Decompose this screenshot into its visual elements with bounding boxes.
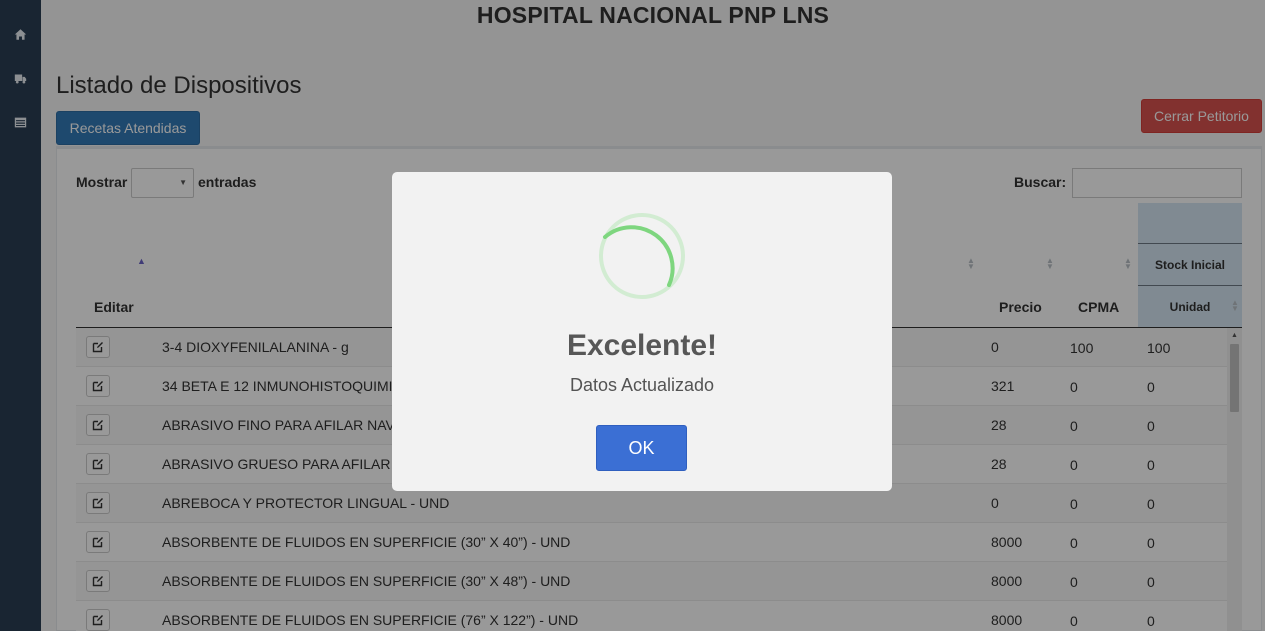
ok-button[interactable]: OK [596, 425, 687, 471]
success-spinner-icon [599, 213, 685, 299]
success-dialog: Excelente! Datos Actualizado OK [392, 172, 892, 491]
dialog-title: Excelente! [566, 329, 718, 362]
dialog-message: Datos Actualizado [569, 375, 715, 395]
